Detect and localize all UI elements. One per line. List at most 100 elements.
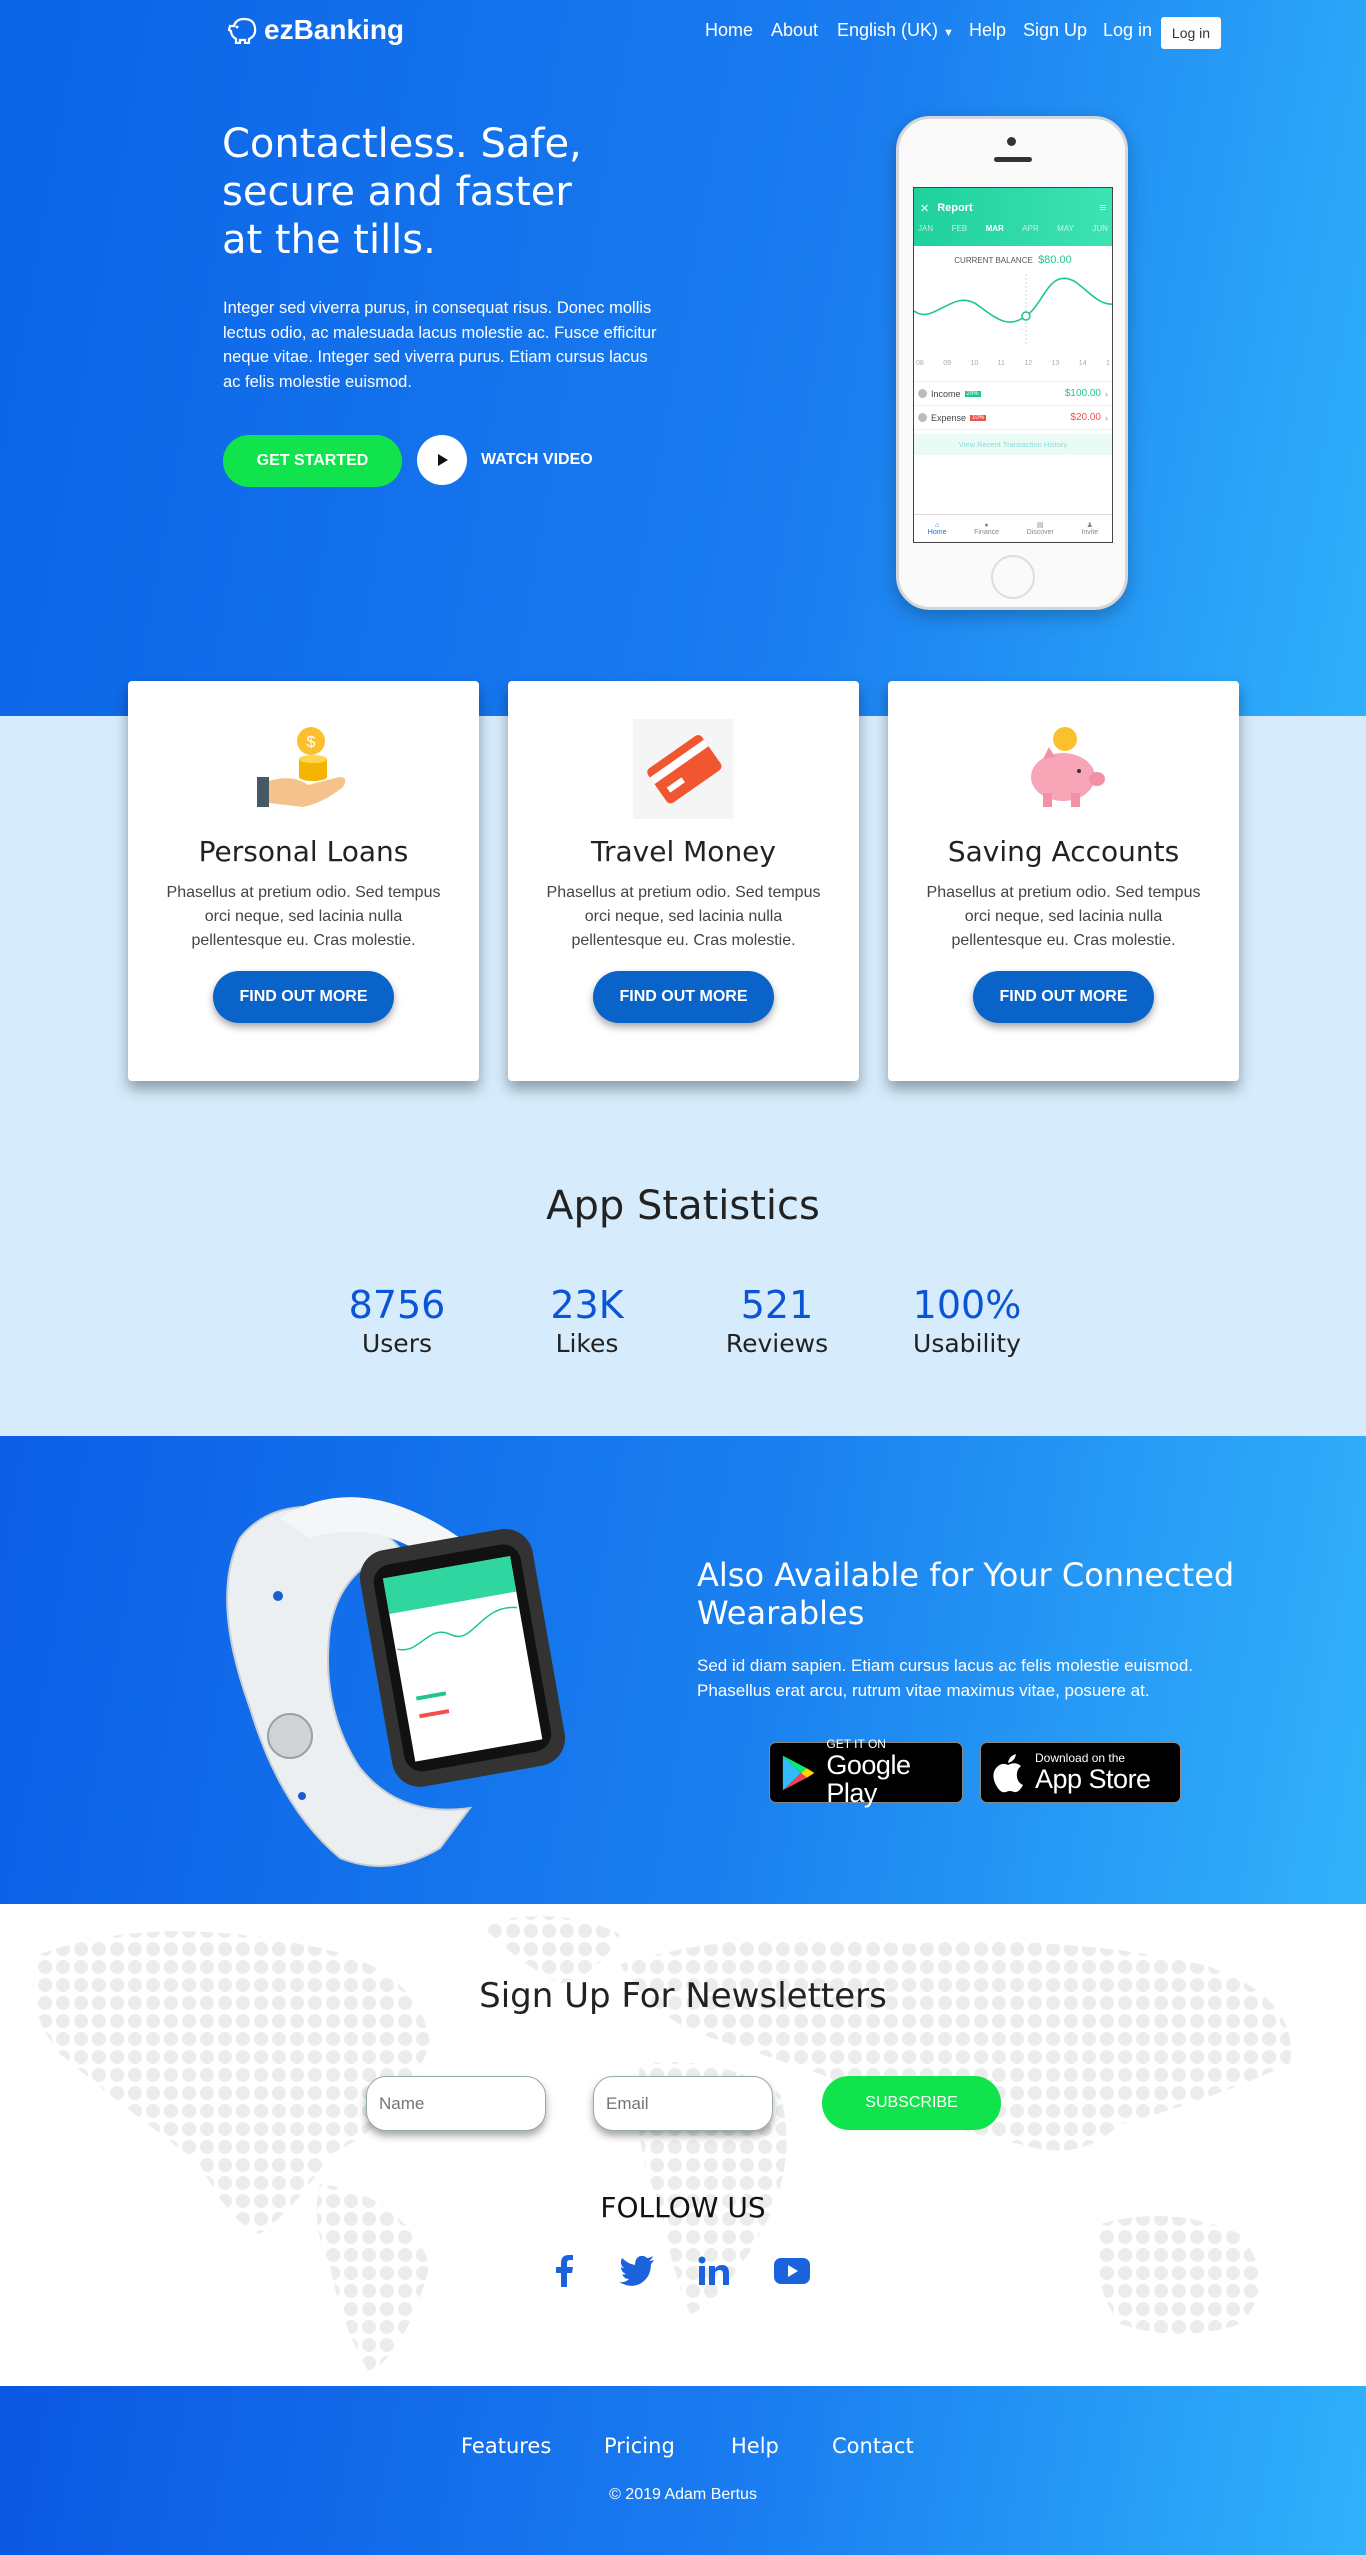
smartwatch-image	[226, 1497, 566, 1867]
twitter-icon[interactable]	[617, 2254, 657, 2288]
stat-reviews: 521 Reviews	[682, 1283, 872, 1358]
piggy-logo-icon	[228, 17, 257, 44]
footer-link-help[interactable]: Help	[731, 2434, 779, 2458]
find-out-more-button[interactable]: FIND OUT MORE	[593, 971, 774, 1023]
chevron-right-icon: ›	[1105, 388, 1108, 399]
stat-label: Reviews	[725, 1329, 829, 1358]
card-text: Phasellus at pretium odio. Sed tempus or…	[926, 884, 1201, 949]
month-tab: JUN	[1092, 224, 1108, 233]
report-header: ✕ Report ≡ JAN FEB MAR APR MAY JUN	[914, 188, 1112, 246]
day-label: 14	[1078, 360, 1087, 367]
card-text: Phasellus at pretium odio. Sed tempus or…	[546, 884, 821, 949]
google-play-icon	[782, 1755, 815, 1790]
month-tab-active: MAR	[985, 224, 1004, 233]
home-button	[991, 555, 1035, 599]
stat-value: 521	[740, 1283, 814, 1327]
card-title: Personal Loans	[198, 835, 409, 868]
expense-badge: 10%	[970, 414, 987, 421]
footer-link-pricing[interactable]: Pricing	[604, 2434, 675, 2458]
credit-card-icon	[633, 719, 733, 819]
caret-down-icon: ▼	[943, 27, 954, 39]
subscribe-button[interactable]: SUBSCRIBE	[822, 2076, 1001, 2130]
footer-link-features[interactable]: Features	[461, 2434, 551, 2458]
month-tab: MAY	[1057, 224, 1074, 233]
nav-language-dropdown[interactable]: English (UK) ▼	[837, 20, 954, 41]
follow-us-heading: FOLLOW US	[600, 2191, 766, 2224]
login-button[interactable]: Log in	[1161, 17, 1221, 49]
tab-home: ⌂ Home	[927, 521, 947, 536]
footer-link-contact[interactable]: Contact	[832, 2434, 914, 2458]
play-icon	[417, 435, 467, 485]
wearables-description: Sed id diam sapien. Etiam cursus lacus a…	[697, 1656, 1194, 1700]
piggy-bank-icon	[1031, 727, 1105, 807]
expense-row: Expense 10% $20.00 ›	[914, 406, 1112, 430]
hero-title-line: secure and faster	[222, 169, 572, 215]
day-label: 1	[1106, 360, 1110, 367]
get-started-button[interactable]: GET STARTED	[223, 435, 402, 487]
stat-label: Usability	[913, 1329, 1021, 1358]
card-personal-loans: $ Personal Loans Phasellus at pretium od…	[128, 681, 479, 1081]
newsletter-title: Sign Up For Newsletters	[479, 1976, 887, 2016]
card-title: Saving Accounts	[947, 835, 1180, 868]
nav-signup[interactable]: Sign Up	[1023, 20, 1087, 41]
brand-name: ezBanking	[264, 14, 405, 45]
youtube-icon[interactable]	[772, 2254, 812, 2288]
app-store-large-text: App Store	[1035, 1764, 1151, 1794]
balance-value: $80.00	[1038, 254, 1072, 266]
close-icon: ✕	[920, 202, 930, 215]
stats-title: App Statistics	[546, 1183, 820, 1229]
google-play-large-text: Google Play	[826, 1750, 911, 1808]
footer	[0, 2386, 1366, 2555]
find-out-more-button[interactable]: FIND OUT MORE	[973, 971, 1154, 1023]
stat-label: Users	[361, 1329, 432, 1358]
copyright: © 2019 Adam Bertus	[609, 2486, 757, 2503]
stat-usability: 100% Usability	[872, 1283, 1062, 1358]
day-label: 12	[1024, 360, 1033, 367]
income-value: $100.00	[1064, 388, 1101, 399]
income-icon	[918, 389, 927, 398]
card-text: Phasellus at pretium odio. Sed tempus or…	[166, 884, 441, 949]
month-tab: JAN	[918, 224, 934, 233]
phone-mockup: ✕ Report ≡ JAN FEB MAR APR MAY JUN CURRE…	[896, 116, 1128, 610]
linkedin-icon[interactable]	[694, 2254, 734, 2288]
phone-screen: ✕ Report ≡ JAN FEB MAR APR MAY JUN CURRE…	[913, 187, 1113, 543]
app-store-badge[interactable]: Download on the App Store	[980, 1742, 1181, 1803]
hero-description: Integer sed viverra purus, in consequat …	[223, 299, 657, 391]
language-label: English (UK)	[837, 20, 939, 40]
income-badge: 20%	[964, 390, 981, 397]
hero-section	[0, 0, 1366, 716]
expense-icon	[918, 413, 927, 422]
google-play-badge[interactable]: GET IT ON Google Play	[769, 1738, 963, 1807]
facebook-icon[interactable]	[544, 2254, 584, 2288]
day-label: 09	[943, 360, 952, 367]
month-tab: APR	[1022, 224, 1039, 233]
expense-label: Expense	[931, 412, 967, 423]
income-label: Income	[931, 388, 961, 399]
apple-icon	[993, 1753, 1023, 1792]
day-label: 13	[1051, 360, 1060, 367]
svg-text:$: $	[307, 734, 316, 751]
card-title: Travel Money	[591, 835, 776, 868]
stat-value: 100%	[912, 1283, 1022, 1327]
find-out-more-button[interactable]: FIND OUT MORE	[213, 971, 394, 1023]
watch-video-button[interactable]: WATCH VIDEO	[417, 435, 593, 485]
menu-icon: ≡	[1099, 202, 1106, 214]
email-input[interactable]	[593, 2076, 773, 2131]
nav-home[interactable]: Home	[705, 20, 753, 41]
chevron-right-icon: ›	[1105, 412, 1108, 423]
nav-about[interactable]: About	[771, 20, 818, 41]
month-tab: FEB	[951, 224, 968, 233]
brand-logo[interactable]: ezBanking	[228, 14, 404, 46]
card-travel-money: Travel Money Phasellus at pretium odio. …	[508, 681, 859, 1081]
stat-value: 23K	[550, 1283, 624, 1327]
tab-discover: ▤ Discover	[1026, 522, 1054, 536]
balance-label: CURRENT BALANCE	[954, 256, 1033, 265]
day-label: 11	[997, 360, 1005, 367]
income-row: Income 20% $100.00 ›	[914, 382, 1112, 406]
nav-help[interactable]: Help	[969, 20, 1006, 41]
stat-users: 8756 Users	[302, 1283, 492, 1358]
name-input[interactable]	[366, 2076, 546, 2131]
stat-value: 8756	[348, 1283, 446, 1327]
hero-title-line: at the tills.	[222, 217, 436, 263]
nav-login[interactable]: Log in	[1103, 20, 1152, 41]
